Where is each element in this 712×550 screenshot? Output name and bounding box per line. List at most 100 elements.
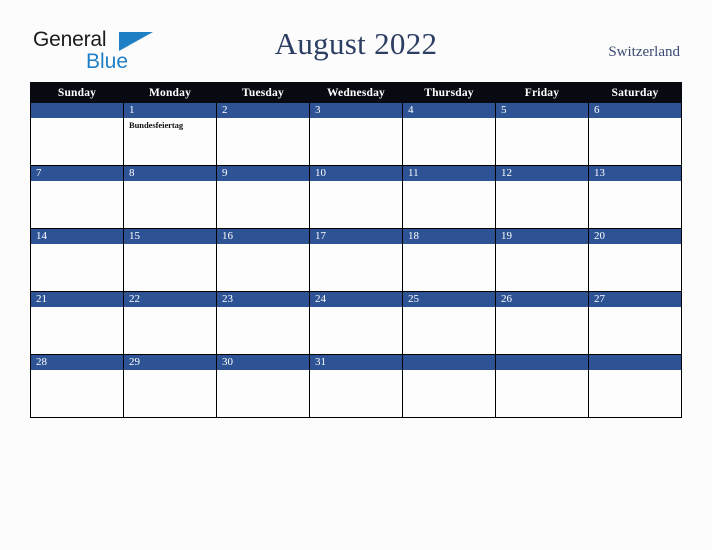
day-number: 1 (124, 103, 216, 118)
calendar-page: General Blue August 2022 Switzerland Sun… (0, 0, 712, 550)
day-cell-inner: 7 (31, 166, 123, 228)
day-number: 30 (217, 355, 309, 370)
day-cell-inner: 19 (496, 229, 588, 291)
calendar-week-row: 28 29 30 31 (30, 354, 682, 418)
day-cell-inner: 14 (31, 229, 123, 291)
calendar-day-cell[interactable] (30, 102, 124, 166)
day-events (31, 118, 123, 120)
day-events (310, 307, 402, 309)
weekday-header-tuesday: Tuesday (216, 82, 310, 103)
calendar-day-cell[interactable]: 22 (123, 291, 217, 355)
calendar-day-cell[interactable] (588, 354, 682, 418)
calendar-day-cell[interactable]: 19 (495, 228, 589, 292)
calendar-day-cell[interactable]: 8 (123, 165, 217, 229)
day-number: 7 (31, 166, 123, 181)
day-cell-inner (31, 103, 123, 165)
calendar-day-cell[interactable]: 27 (588, 291, 682, 355)
calendar-day-cell[interactable]: 20 (588, 228, 682, 292)
calendar-day-cell[interactable]: 11 (402, 165, 496, 229)
day-number: 4 (403, 103, 495, 118)
day-events: Bundesfeiertag (124, 118, 216, 131)
day-number: 28 (31, 355, 123, 370)
day-number: 31 (310, 355, 402, 370)
day-number: 2 (217, 103, 309, 118)
day-cell-inner: 18 (403, 229, 495, 291)
day-cell-inner: 16 (217, 229, 309, 291)
calendar-day-cell[interactable]: 12 (495, 165, 589, 229)
calendar-day-cell[interactable]: 5 (495, 102, 589, 166)
calendar-day-cell[interactable]: 9 (216, 165, 310, 229)
day-number: 17 (310, 229, 402, 244)
day-cell-inner: 11 (403, 166, 495, 228)
day-number (403, 355, 495, 370)
day-events (124, 370, 216, 372)
day-cell-inner: 22 (124, 292, 216, 354)
calendar-day-cell[interactable]: 6 (588, 102, 682, 166)
calendar-day-cell[interactable]: 25 (402, 291, 496, 355)
day-cell-inner: 24 (310, 292, 402, 354)
day-events (403, 118, 495, 120)
weekday-header-monday: Monday (123, 82, 217, 103)
day-number: 6 (589, 103, 681, 118)
day-events (217, 118, 309, 120)
day-events (403, 370, 495, 372)
calendar-day-cell[interactable]: 14 (30, 228, 124, 292)
day-events (589, 370, 681, 372)
calendar-day-cell[interactable]: 17 (309, 228, 403, 292)
calendar-day-cell[interactable]: 26 (495, 291, 589, 355)
day-events (124, 181, 216, 183)
day-cell-inner: 31 (310, 355, 402, 417)
day-cell-inner: 8 (124, 166, 216, 228)
day-number: 10 (310, 166, 402, 181)
calendar-day-cell[interactable]: 1 Bundesfeiertag (123, 102, 217, 166)
day-events (217, 181, 309, 183)
day-number: 27 (589, 292, 681, 307)
calendar-day-cell[interactable]: 15 (123, 228, 217, 292)
holiday-label: Bundesfeiertag (129, 120, 184, 130)
day-number: 11 (403, 166, 495, 181)
day-number: 14 (31, 229, 123, 244)
day-cell-inner: 2 (217, 103, 309, 165)
day-number: 9 (217, 166, 309, 181)
calendar-day-cell[interactable] (495, 354, 589, 418)
day-events (310, 181, 402, 183)
day-number (589, 355, 681, 370)
weekday-header-wednesday: Wednesday (309, 82, 403, 103)
calendar-day-cell[interactable]: 13 (588, 165, 682, 229)
weekday-header-sunday: Sunday (30, 82, 124, 103)
calendar-weeks: 1 Bundesfeiertag 2 3 4 5 6 7 8 9 10 11 12 13 14 15 16 17 1… (30, 102, 682, 418)
day-number: 26 (496, 292, 588, 307)
day-events (496, 307, 588, 309)
calendar-day-cell[interactable]: 24 (309, 291, 403, 355)
calendar-day-cell[interactable] (402, 354, 496, 418)
day-number: 5 (496, 103, 588, 118)
day-events (403, 307, 495, 309)
calendar-day-cell[interactable]: 4 (402, 102, 496, 166)
calendar-day-cell[interactable]: 31 (309, 354, 403, 418)
calendar-day-cell[interactable]: 7 (30, 165, 124, 229)
day-events (217, 370, 309, 372)
calendar-day-cell[interactable]: 2 (216, 102, 310, 166)
day-cell-inner: 21 (31, 292, 123, 354)
calendar-day-cell[interactable]: 30 (216, 354, 310, 418)
day-number: 22 (124, 292, 216, 307)
calendar-day-cell[interactable]: 21 (30, 291, 124, 355)
day-number: 13 (589, 166, 681, 181)
day-cell-inner: 28 (31, 355, 123, 417)
weekday-header-row: Sunday Monday Tuesday Wednesday Thursday… (30, 82, 682, 103)
calendar-day-cell[interactable]: 18 (402, 228, 496, 292)
calendar-day-cell[interactable]: 10 (309, 165, 403, 229)
day-cell-inner: 27 (589, 292, 681, 354)
calendar-day-cell[interactable]: 3 (309, 102, 403, 166)
calendar-day-cell[interactable]: 29 (123, 354, 217, 418)
calendar-day-cell[interactable]: 28 (30, 354, 124, 418)
day-cell-inner: 26 (496, 292, 588, 354)
calendar-day-cell[interactable]: 16 (216, 228, 310, 292)
calendar-grid: Sunday Monday Tuesday Wednesday Thursday… (30, 82, 682, 418)
day-events (403, 244, 495, 246)
calendar-day-cell[interactable]: 23 (216, 291, 310, 355)
day-cell-inner: 17 (310, 229, 402, 291)
day-events (124, 244, 216, 246)
calendar-week-row: 1 Bundesfeiertag 2 3 4 5 6 (30, 102, 682, 166)
day-number (31, 103, 123, 118)
